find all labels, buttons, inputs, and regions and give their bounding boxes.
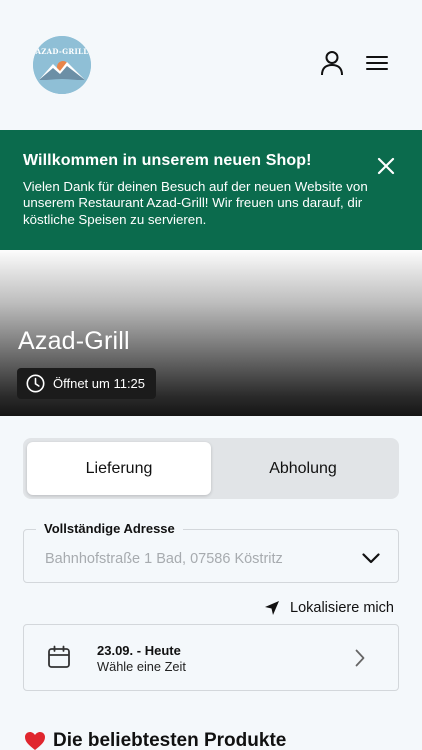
time-picker[interactable]: 23.09. - Heute Wähle eine Zeit [23,624,399,691]
locate-me-button[interactable]: Lokalisiere mich [264,599,394,617]
logo-mountain-icon [33,36,91,94]
hamburger-menu-icon [366,56,388,70]
logo-text: AZAD-GRILL [35,47,89,56]
pickup-option[interactable]: Abholung [211,442,395,495]
menu-button[interactable] [362,48,392,78]
locate-me-label: Lokalisiere mich [290,600,394,616]
account-button[interactable] [317,48,347,78]
address-select[interactable]: Vollständige Adresse Bahnhofstraße 1 Bad… [23,521,399,583]
close-icon [377,157,395,175]
order-type-toggle: Lieferung Abholung [23,438,399,499]
location-arrow-icon [264,600,280,616]
popular-products-title: Die beliebtesten Produkte [53,730,287,750]
welcome-banner: Willkommen in unserem neuen Shop! Vielen… [0,130,422,250]
choose-time-hint: Wähle eine Zeit [97,659,186,674]
banner-close-button[interactable] [374,154,398,178]
delivery-option[interactable]: Lieferung [27,442,211,495]
popular-products-heading: Die beliebtesten Produkte [24,730,286,750]
user-icon [321,51,343,76]
calendar-icon [47,645,71,669]
chevron-right-icon [355,649,365,667]
restaurant-name: Azad-Grill [18,327,130,355]
opening-hours-text: Öffnet um 11:25 [53,376,146,391]
opening-hours-badge: Öffnet um 11:25 [17,368,156,399]
clock-icon [26,374,45,393]
banner-text: Vielen Dank für deinen Besuch auf der ne… [23,179,368,227]
restaurant-logo[interactable]: AZAD-GRILL [33,36,91,94]
selected-date: 23.09. - Heute [97,643,181,658]
address-label: Vollständige Adresse [36,521,183,536]
address-placeholder: Bahnhofstraße 1 Bad, 07586 Köstritz [45,551,283,567]
restaurant-hero: Azad-Grill Öffnet um 11:25 [0,250,422,416]
header: AZAD-GRILL [0,0,422,130]
chevron-down-icon [361,548,381,568]
heart-icon [24,731,46,750]
banner-title: Willkommen in unserem neuen Shop! [23,152,312,169]
